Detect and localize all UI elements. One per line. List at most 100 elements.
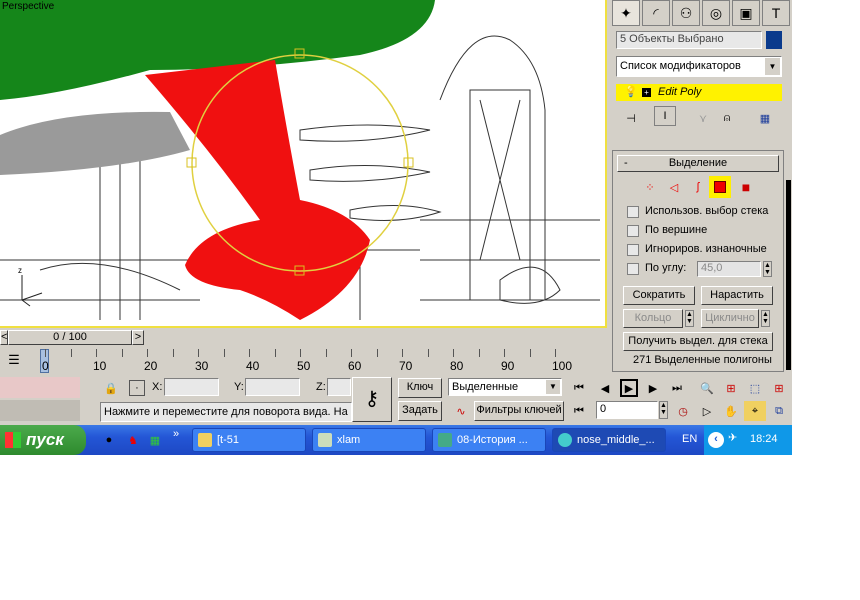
ignore-backfacing-label: Игнориров. изнаночные [645,243,767,255]
zoom-extents-all-icon[interactable]: ⊞ [768,378,790,398]
time-slider[interactable]: < 0 / 100 > [0,330,146,345]
pan-icon[interactable]: ✋ [720,401,742,421]
key-filters-button[interactable]: Фильтры ключей [474,401,564,421]
selection-name-field[interactable]: 5 Объекты Выбрано [616,31,762,49]
display-tab-icon[interactable]: ▣ [732,0,760,26]
zoom-all-icon[interactable]: ⊞ [720,378,742,398]
pin-stack-icon[interactable]: ⊣ [620,108,642,128]
vertex-mode-icon[interactable]: ⁘ [639,177,661,197]
chevron-down-icon[interactable]: ▼ [546,380,560,394]
expand-plus-icon[interactable]: + [642,88,651,97]
tray-app-icon[interactable]: ✈ [728,431,737,444]
ring-button[interactable]: Кольцо [623,309,683,328]
utilities-tab-icon[interactable]: T [762,0,790,26]
quicklaunch-overflow[interactable]: » [173,428,179,440]
time-prev-button[interactable]: < [0,330,8,345]
play-icon[interactable]: ▶ [620,379,638,397]
timeline-tick-label: 60 [348,359,362,373]
absolute-mode-icon[interactable]: · [129,380,145,396]
field-of-view-icon[interactable]: ▷ [696,401,718,421]
selection-status: 271 Выделенные полигоны [633,354,772,366]
polygon-mode-icon[interactable] [709,176,731,198]
x-coord-field[interactable] [164,378,219,396]
go-to-start-icon[interactable]: ⏮ [568,378,590,398]
timeline-tick [96,349,97,357]
timeline-tick [45,349,46,357]
go-to-end-icon[interactable]: ⏭ [666,378,688,398]
motion-tab-icon[interactable]: ◎ [702,0,730,26]
key-tangent-icon[interactable]: ∿ [450,401,472,421]
start-button[interactable]: пуск [0,425,86,455]
task-xlam[interactable]: xlam [312,428,426,452]
edge-mode-icon[interactable]: ◁ [663,177,685,197]
chevron-down-icon[interactable]: ▼ [765,58,780,75]
create-tab-icon[interactable]: ✦ [612,0,640,26]
modifier-list-dropdown[interactable]: Список модификаторов ▼ [616,56,782,77]
time-slider-thumb[interactable]: 0 / 100 [8,330,132,345]
time-next-button[interactable]: > [132,330,144,345]
object-color-swatch[interactable] [766,31,782,49]
by-angle-checkbox[interactable] [627,263,639,275]
make-unique-icon[interactable]: ⋎ [692,108,714,128]
set-key-button[interactable]: Задать [398,401,442,421]
rollout-toggle: - [624,157,628,169]
language-indicator[interactable]: EN [682,433,697,445]
modifier-stack-item[interactable]: 💡 + Edit Poly [616,84,782,101]
timeline-tick-label: 40 [246,359,260,373]
frame-spinner[interactable]: ▲ ▼ [659,401,668,419]
quicklaunch-2-icon[interactable]: ♞ [122,430,144,450]
gray-wing [0,111,190,175]
angle-spinner[interactable]: ▲ ▼ [763,261,772,277]
panel-scrollbar[interactable] [786,180,791,370]
next-frame-icon[interactable]: ▶ [642,378,664,398]
folder-icon [198,433,212,447]
zoom-extents-icon[interactable]: ⬚ [744,378,766,398]
quicklaunch-1-icon[interactable]: ● [98,430,120,450]
angle-field[interactable]: 45,0 [697,261,761,277]
hierarchy-tab-icon[interactable]: ⚇ [672,0,700,26]
quicklaunch-3-icon[interactable]: ▦ [144,430,166,450]
y-coord-field[interactable] [245,378,300,396]
previous-frame-icon[interactable]: ◀ [594,378,616,398]
by-vertex-checkbox[interactable] [627,225,639,237]
key-mode-toggle-icon[interactable]: ⏮ [568,401,590,421]
current-frame-field[interactable]: 0 [596,401,658,419]
mini-curve-editor-icon[interactable]: ☰ [3,350,25,370]
ignore-backfacing-checkbox[interactable] [627,244,639,256]
shrink-button[interactable]: Сократить [623,286,695,305]
tray-expand-icon[interactable]: ‹ [708,432,724,448]
show-end-result-icon[interactable]: I [654,106,676,126]
arc-rotate-icon[interactable]: ⌖ [744,401,766,421]
lock-icon[interactable]: 🔒 [100,378,122,398]
auto-key-button[interactable]: Ключ [398,378,442,398]
lightbulb-icon[interactable]: 💡 [624,84,638,101]
task-folder[interactable]: [t-51 [192,428,306,452]
time-configuration-icon[interactable]: ◷ [672,401,694,421]
viewport-label[interactable]: Perspective [2,1,54,12]
loop-button[interactable]: Циклично [701,309,759,328]
remove-modifier-icon[interactable]: ⍝ [716,108,738,128]
set-key-mode-button[interactable]: ⚷ [352,377,392,422]
border-mode-icon[interactable]: ʃ [687,177,709,197]
rollout-header[interactable]: - Выделение [617,155,779,172]
timeline-tick-label: 70 [399,359,413,373]
grow-button[interactable]: Нарастить [701,286,773,305]
key-mode-dropdown[interactable]: Выделенные ▼ [448,378,562,396]
task-image[interactable]: 08-История ... [432,428,546,452]
configure-modifier-sets-icon[interactable]: ▦ [754,108,776,128]
get-stack-selection-button[interactable]: Получить выдел. для стека [623,332,773,351]
3dsmax-icon [558,433,572,447]
task-3dsmax-active[interactable]: nose_middle_... [552,428,666,452]
perspective-viewport[interactable]: z Perspective [0,0,607,328]
zoom-icon[interactable]: 🔍 [696,378,718,398]
maxscript-listener[interactable] [0,377,80,398]
element-mode-icon[interactable]: ■ [735,177,757,197]
loop-spinner[interactable]: ▲ ▼ [761,310,770,327]
maximize-viewport-icon[interactable]: ⧉ [768,401,790,421]
modify-tab-icon[interactable]: ◜ [642,0,670,26]
maxscript-output[interactable] [0,400,80,421]
timeline-tick-label: 80 [450,359,464,373]
ring-spinner[interactable]: ▲ ▼ [685,310,694,327]
use-stack-selection-checkbox[interactable] [627,206,639,218]
z-coord-field[interactable] [327,378,351,396]
